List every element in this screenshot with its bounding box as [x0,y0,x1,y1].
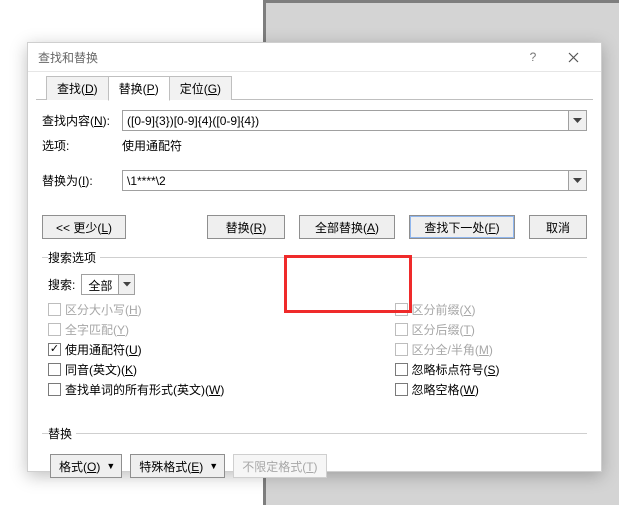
checkbox-option: 全字匹配(Y) [48,319,235,339]
search-options-legend: 搜索选项 [48,249,100,266]
search-direction-dropdown[interactable] [118,275,134,294]
checkbox-option: 区分前缀(X) [395,299,582,319]
close-icon [568,52,579,63]
find-label: 查找内容(N): [42,112,122,129]
replace-input-combo[interactable] [122,170,587,191]
check-icon: ✓ [50,344,59,355]
checkbox-label: 忽略空格(W) [412,381,479,398]
tab-goto[interactable]: 定位(G) [169,76,232,100]
checkbox-option[interactable]: ✓ 使用通配符(U) [48,339,235,359]
chevron-down-icon [123,282,131,287]
checkbox-option: 区分全/半角(M) [395,339,582,359]
options-label: 选项: [42,137,122,154]
help-button[interactable]: ? [513,43,553,71]
chevron-down-icon [573,178,582,184]
checkbox-label: 使用通配符(U) [65,341,142,358]
format-button[interactable]: 格式(O) ▼ [50,454,122,478]
checkbox [48,323,61,336]
checkbox-option: 区分大小写(H) [48,299,235,319]
checkbox-option[interactable]: 同音(英文)(K) [48,359,235,379]
replace-format-group: 替换 格式(O) ▼ 特殊格式(E) ▼ 不限定格式(T) [42,425,587,484]
checkbox-label: 忽略标点符号(S) [412,361,500,378]
find-replace-dialog: 查找和替换 ? 查找(D) 替换(P) 定位(G) 查找内容(N): [27,42,602,472]
dialog-title: 查找和替换 [38,49,513,66]
replace-label: 替换为(I): [42,172,122,189]
tab-strip: 查找(D) 替换(P) 定位(G) [28,72,601,100]
chevron-down-icon [573,118,582,124]
no-format-button[interactable]: 不限定格式(T) [233,454,326,478]
checkbox-label: 区分后缀(T) [412,321,475,338]
checkbox-option: 区分后缀(T) [395,319,582,339]
cancel-button[interactable]: 取消 [529,215,587,239]
close-button[interactable] [553,43,593,71]
find-input-combo[interactable] [122,110,587,131]
checkbox[interactable] [395,383,408,396]
checkbox-option[interactable]: 忽略空格(W) [395,379,582,399]
checkbox-label: 区分大小写(H) [65,301,142,318]
find-next-button[interactable]: 查找下一处(F) [409,215,515,239]
checkbox[interactable]: ✓ [48,343,61,356]
checkbox[interactable] [48,383,61,396]
checkbox-label: 区分全/半角(M) [412,341,493,358]
checkbox-label: 全字匹配(Y) [65,321,129,338]
find-dropdown[interactable] [568,111,586,130]
less-button[interactable]: << 更少(L) [42,215,126,239]
replace-dropdown[interactable] [568,171,586,190]
replace-format-legend: 替换 [48,425,76,442]
checkbox[interactable] [395,363,408,376]
replace-input[interactable] [123,171,568,190]
search-direction-label: 搜索: [48,276,75,293]
checkbox-option[interactable]: 查找单词的所有形式(英文)(W) [48,379,235,399]
search-direction-select[interactable]: 全部 [81,274,135,295]
tab-find[interactable]: 查找(D) [46,76,109,100]
replace-all-button[interactable]: 全部替换(A) [299,215,395,239]
checkbox [395,343,408,356]
checkbox-label: 区分前缀(X) [412,301,476,318]
find-input[interactable] [123,111,568,130]
checkbox-option[interactable]: 忽略标点符号(S) [395,359,582,379]
checkbox [395,303,408,316]
checkbox-label: 查找单词的所有形式(英文)(W) [65,381,224,398]
titlebar: 查找和替换 ? [28,43,601,72]
search-options-group: 搜索选项 搜索: 全部 区分大小写(H) 全字匹配(Y) ✓ 使用通配符(U) 同音(英… [42,249,587,405]
options-value: 使用通配符 [122,137,182,154]
checkbox[interactable] [48,363,61,376]
checkbox [48,303,61,316]
tab-replace[interactable]: 替换(P) [108,76,170,101]
checkbox [395,323,408,336]
replace-button[interactable]: 替换(R) [207,215,285,239]
special-format-button[interactable]: 特殊格式(E) ▼ [130,454,225,478]
checkbox-label: 同音(英文)(K) [65,361,137,378]
